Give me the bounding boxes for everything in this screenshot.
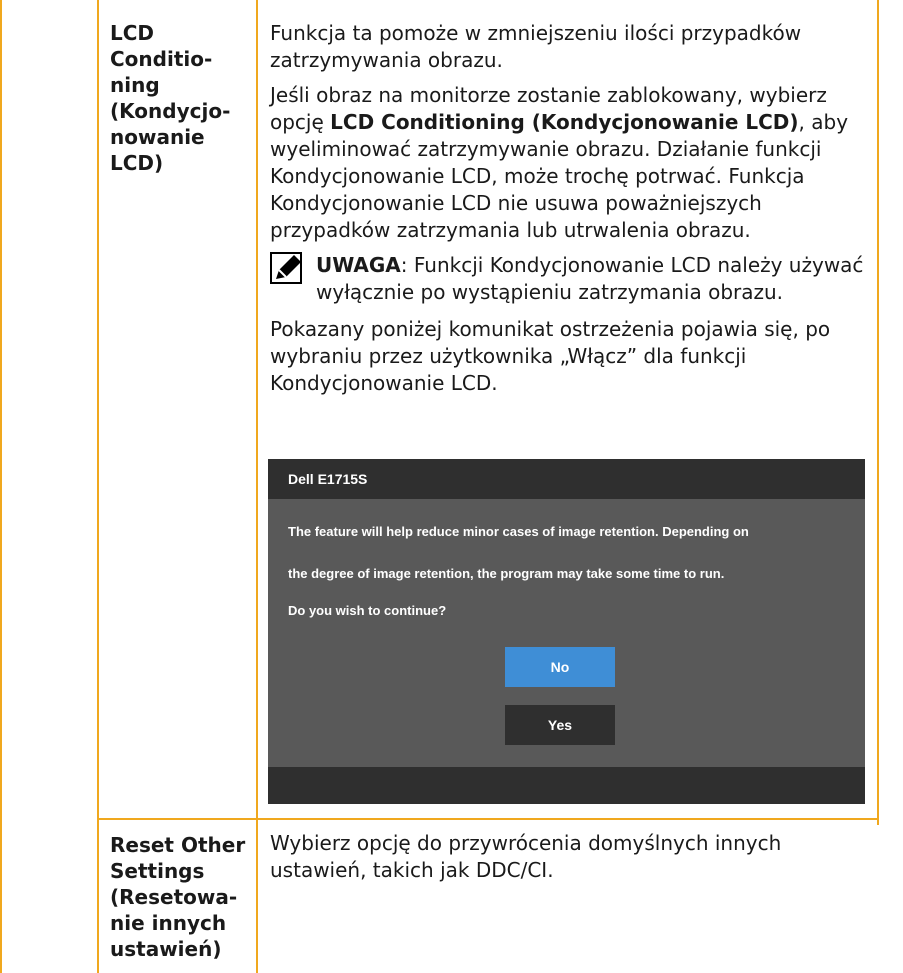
border-left (0, 0, 2, 973)
yes-button[interactable]: Yes (505, 705, 615, 745)
dialog-title: Dell E1715S (268, 459, 865, 499)
row-divider (97, 818, 879, 820)
border-col2 (256, 0, 258, 973)
row-description-reset-other-settings: Wybierz opcję do przywrócenia domyślnych… (270, 831, 782, 882)
no-button[interactable]: No (505, 647, 615, 687)
dialog-footer-bar (268, 767, 865, 804)
manual-page: LCD Conditio- ning (Kondycjo- nowanie LC… (0, 0, 903, 973)
dialog-line-3: Do you wish to continue? (288, 603, 447, 618)
row-label-lcd-conditioning: LCD Conditio- ning (Kondycjo- nowanie LC… (110, 21, 231, 175)
border-col1 (97, 0, 99, 973)
paragraph-warning: Pokazany poniżej komunikat ostrzeżenia p… (270, 317, 831, 395)
row-description-lcd-conditioning: Funkcja ta pomoże w zmniejszeniu ilości … (270, 20, 880, 405)
dialog-line-1: The feature will help reduce minor cases… (288, 524, 749, 539)
note-block: UWAGA: Funkcji Kondycjonowanie LCD należ… (270, 252, 880, 306)
dialog-line-2: the degree of image retention, the progr… (288, 566, 725, 581)
paragraph-intro: Funkcja ta pomoże w zmniejszeniu ilości … (270, 21, 802, 72)
note-pencil-icon (270, 252, 302, 284)
row-label-reset-other-settings: Reset Other Settings (Resetowa- nie inny… (110, 833, 246, 961)
paragraph-usage: Jeśli obraz na monitorze zostanie zablok… (270, 83, 849, 242)
osd-warning-dialog: Dell E1715S The feature will help reduce… (268, 459, 865, 804)
